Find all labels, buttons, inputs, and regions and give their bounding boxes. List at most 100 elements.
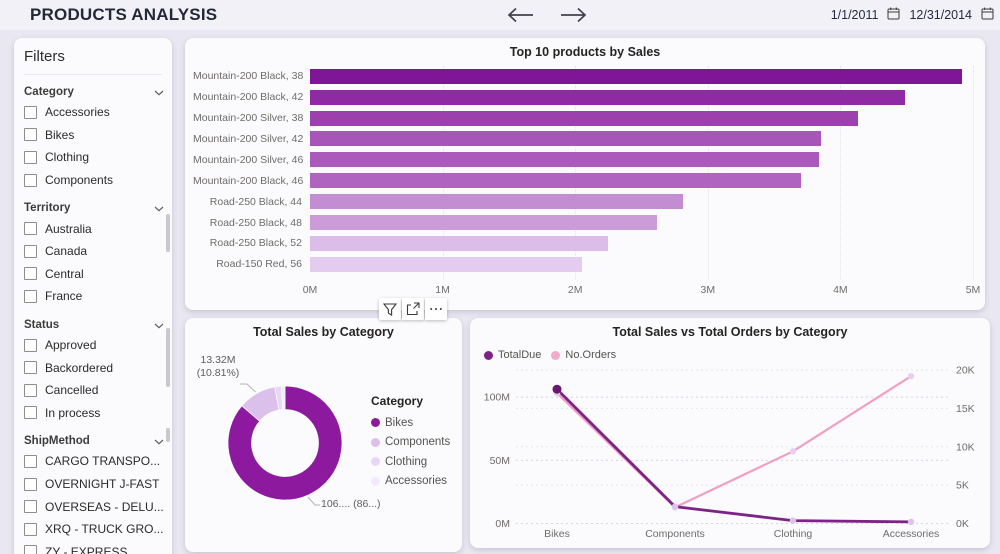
bar[interactable] xyxy=(310,131,821,146)
filter-section-header-shipmethod[interactable]: ShipMethod xyxy=(24,432,164,450)
bar-category-label: Road-250 Black, 44 xyxy=(193,196,310,208)
calendar-icon[interactable] xyxy=(981,7,994,23)
calendar-icon[interactable] xyxy=(887,7,900,23)
callout-value: 13.32M xyxy=(187,354,249,367)
checkbox-icon[interactable] xyxy=(24,267,37,280)
filter-section-label: Category xyxy=(24,86,74,98)
scrollbar-thumb[interactable] xyxy=(166,214,170,252)
bar-chart-card: Top 10 products by Sales 0M1M2M3M4M5M Mo… xyxy=(185,38,985,310)
checkbox-icon[interactable] xyxy=(24,361,37,374)
filter-section-label: Status xyxy=(24,319,59,331)
checkbox-icon[interactable] xyxy=(24,245,37,258)
filter-section-header-status[interactable]: Status xyxy=(24,316,164,334)
filter-checkbox-components[interactable]: Components xyxy=(24,169,164,192)
filter-checkbox-accessories[interactable]: Accessories xyxy=(24,101,164,124)
bar[interactable] xyxy=(310,215,657,230)
bar-track xyxy=(310,131,973,146)
date-to[interactable]: 12/31/2014 xyxy=(909,8,972,22)
filter-checkbox-backordered[interactable]: Backordered xyxy=(24,356,164,379)
legend-dot xyxy=(371,438,380,447)
bar[interactable] xyxy=(310,173,801,188)
right-axis-tick: 10K xyxy=(956,441,975,453)
checkbox-icon[interactable] xyxy=(24,500,37,513)
x-axis-category: Clothing xyxy=(774,528,813,540)
forward-button[interactable] xyxy=(559,6,589,24)
back-button[interactable] xyxy=(505,6,535,24)
checkbox-icon[interactable] xyxy=(24,151,37,164)
checkbox-icon[interactable] xyxy=(24,523,37,536)
visual-toolbar xyxy=(379,298,447,320)
filter-checkbox-xrq-truck-gro[interactable]: XRQ - TRUCK GRO... xyxy=(24,518,164,541)
scrollbar-thumb[interactable] xyxy=(166,428,170,442)
bar-category-label: Road-250 Black, 52 xyxy=(193,237,310,249)
legend-item-bikes[interactable]: Bikes xyxy=(371,413,450,433)
bar[interactable] xyxy=(310,152,819,167)
checkbox-icon[interactable] xyxy=(24,174,37,187)
filter-checkbox-central[interactable]: Central xyxy=(24,263,164,286)
x-axis-tick: 3M xyxy=(701,284,716,296)
data-point-totaldue-clothing[interactable] xyxy=(790,517,796,523)
data-point-totaldue-bikes[interactable] xyxy=(553,385,562,394)
checkbox-icon[interactable] xyxy=(24,478,37,491)
filter-checkbox-overnight-j-fast[interactable]: OVERNIGHT J-FAST xyxy=(24,473,164,496)
date-from[interactable]: 1/1/2011 xyxy=(831,8,879,22)
legend-item-components[interactable]: Components xyxy=(371,433,450,453)
x-axis-tick: 4M xyxy=(833,284,848,296)
focus-mode-icon[interactable] xyxy=(402,298,424,320)
bar-track xyxy=(310,69,973,84)
bar[interactable] xyxy=(310,257,582,272)
filter-checkbox-bikes[interactable]: Bikes xyxy=(24,124,164,147)
filter-checkbox-overseas-delu[interactable]: OVERSEAS - DELU... xyxy=(24,495,164,518)
filter-checkbox-canada[interactable]: Canada xyxy=(24,240,164,263)
bar[interactable] xyxy=(310,90,905,105)
checkbox-icon[interactable] xyxy=(24,290,37,303)
bar[interactable] xyxy=(310,111,858,126)
bar-row: Road-150 Red, 56 xyxy=(193,254,973,275)
checkbox-icon[interactable] xyxy=(24,455,37,468)
filter-funnel-icon[interactable] xyxy=(379,298,401,320)
checkbox-icon[interactable] xyxy=(24,222,37,235)
x-axis-tick: 5M xyxy=(966,284,981,296)
filter-checkbox-in-process[interactable]: In process xyxy=(24,402,164,425)
bar[interactable] xyxy=(310,69,962,84)
checkbox-icon[interactable] xyxy=(24,339,37,352)
filter-checkbox-australia[interactable]: Australia xyxy=(24,217,164,240)
filter-checkbox-cargo-transpo[interactable]: CARGO TRANSPO... xyxy=(24,450,164,473)
left-axis-tick: 100M xyxy=(484,392,510,404)
data-point-no-orders-clothing[interactable] xyxy=(790,448,796,454)
checkbox-label: XRQ - TRUCK GRO... xyxy=(45,522,163,536)
filter-checkbox-zy-express[interactable]: ZY - EXPRESS xyxy=(24,541,164,554)
back-arrow-icon xyxy=(505,12,535,27)
bar-row: Road-250 Black, 44 xyxy=(193,191,973,212)
page-navigation xyxy=(505,6,589,24)
bar[interactable] xyxy=(310,236,608,251)
data-point-no-orders-accessories[interactable] xyxy=(908,373,914,379)
more-options-icon[interactable] xyxy=(425,298,447,320)
bar-category-label: Mountain-200 Silver, 38 xyxy=(193,112,310,124)
scrollbar-thumb[interactable] xyxy=(166,328,170,387)
data-point-totaldue-components[interactable] xyxy=(672,503,678,509)
bar-row: Mountain-200 Silver, 38 xyxy=(193,108,973,129)
checkbox-label: Clothing xyxy=(45,150,89,164)
checkbox-icon[interactable] xyxy=(24,384,37,397)
checkbox-icon[interactable] xyxy=(24,406,37,419)
chevron-down-icon xyxy=(154,199,164,217)
legend-item-accessories[interactable]: Accessories xyxy=(371,472,450,492)
filter-section-header-category[interactable]: Category xyxy=(24,83,164,101)
x-axis-tick: 2M xyxy=(568,284,583,296)
filter-checkbox-clothing[interactable]: Clothing xyxy=(24,146,164,169)
checkbox-label: Approved xyxy=(45,338,96,352)
filter-checkbox-france[interactable]: France xyxy=(24,285,164,308)
filter-checkbox-cancelled[interactable]: Cancelled xyxy=(24,379,164,402)
checkbox-icon[interactable] xyxy=(24,545,37,554)
data-point-totaldue-accessories[interactable] xyxy=(908,519,914,525)
callout-leader-line xyxy=(308,497,320,505)
filter-checkbox-approved[interactable]: Approved xyxy=(24,334,164,357)
checkbox-icon[interactable] xyxy=(24,106,37,119)
filter-section-header-territory[interactable]: Territory xyxy=(24,199,164,217)
legend-label: Accessories xyxy=(385,475,447,487)
legend-item-clothing[interactable]: Clothing xyxy=(371,452,450,472)
forward-arrow-icon xyxy=(559,12,589,27)
bar[interactable] xyxy=(310,194,683,209)
checkbox-icon[interactable] xyxy=(24,128,37,141)
